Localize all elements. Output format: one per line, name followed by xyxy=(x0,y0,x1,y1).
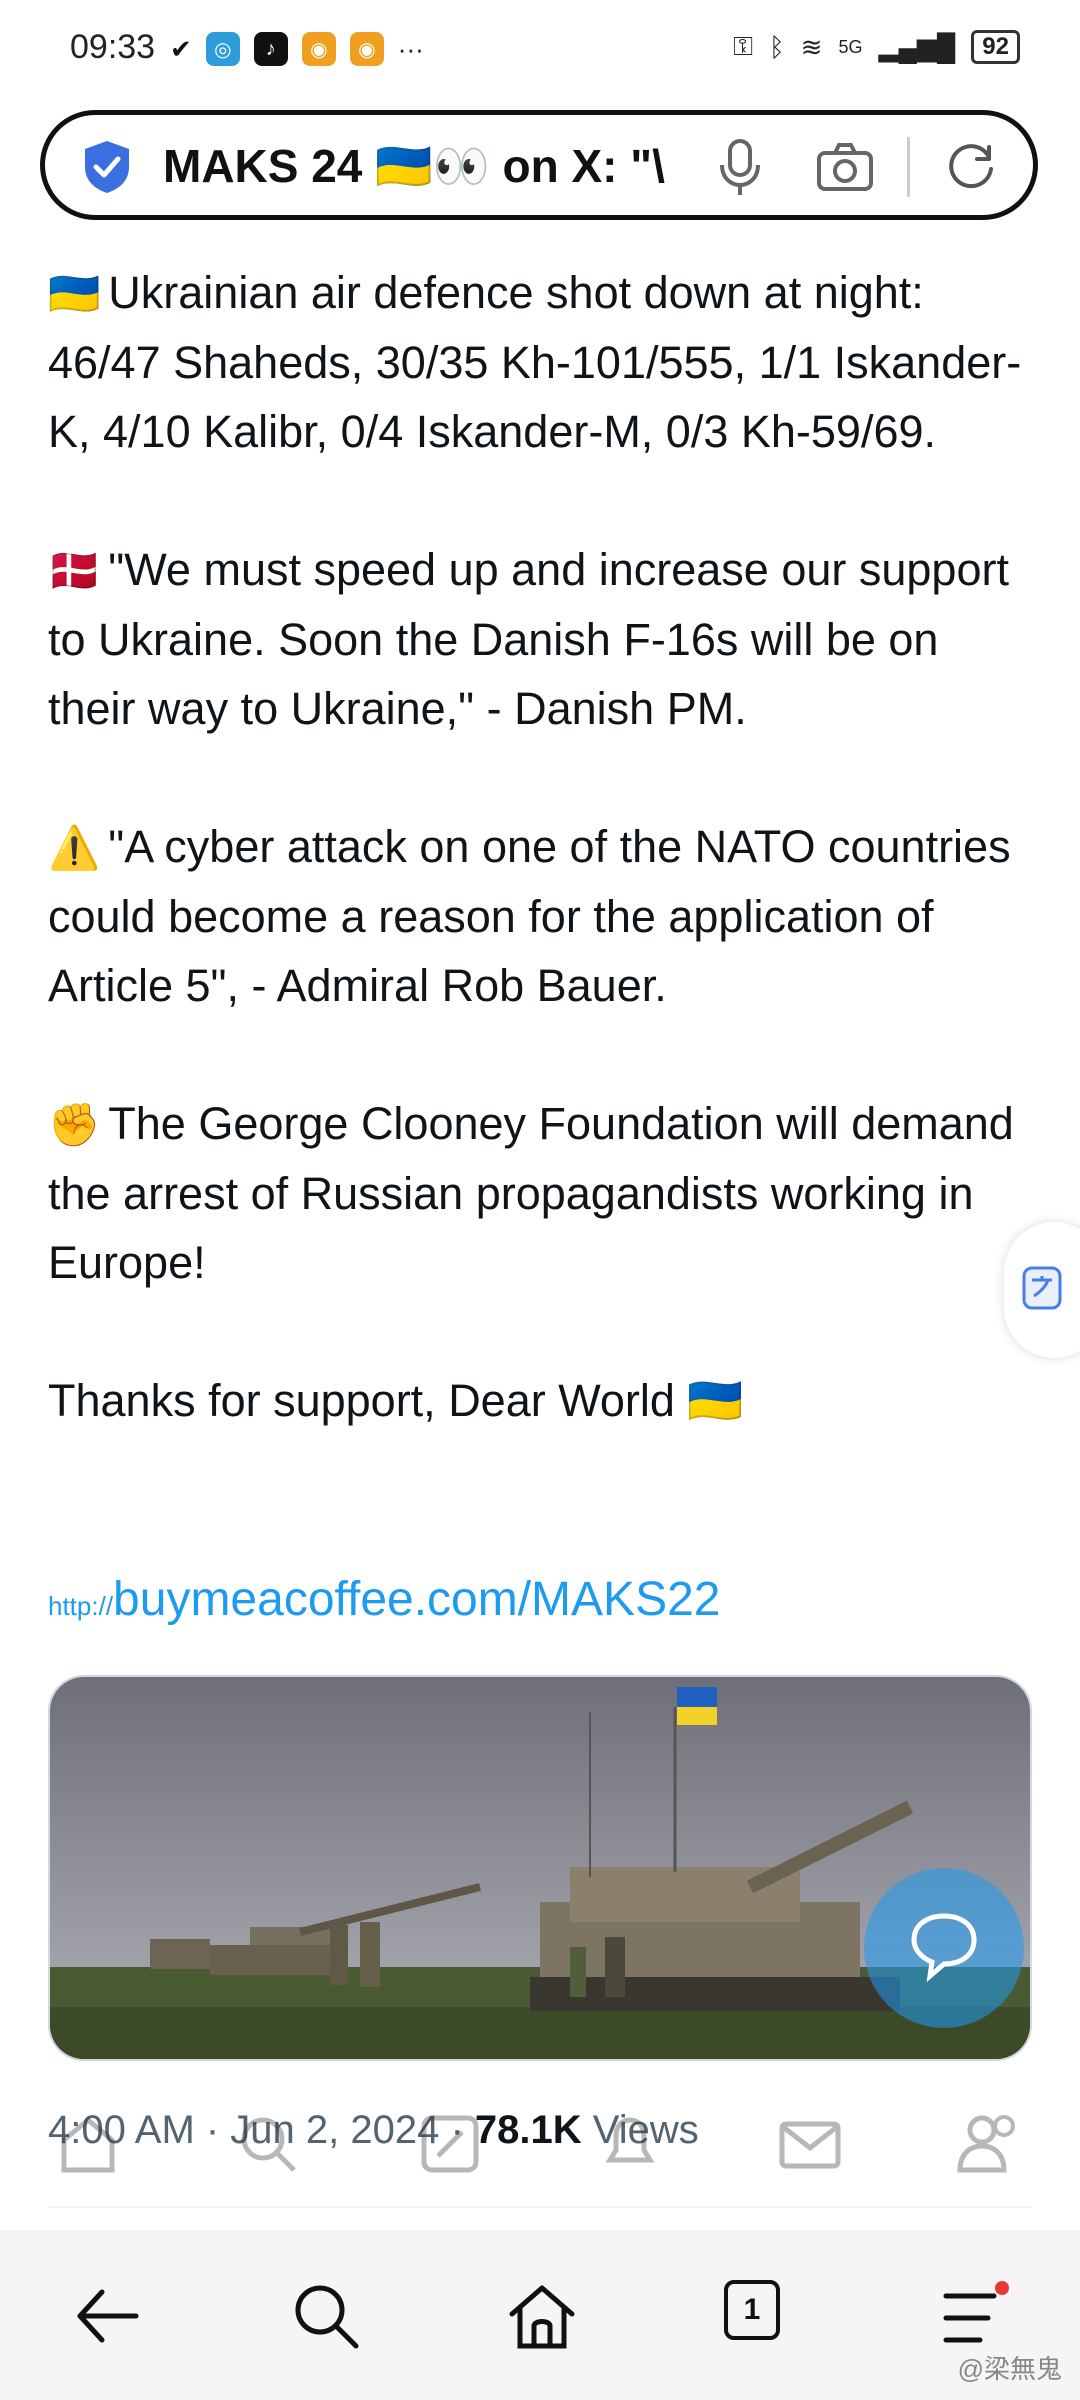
search-icon[interactable] xyxy=(290,2280,362,2352)
tweet-paragraph: Thanks for support, Dear World 🇺🇦 xyxy=(48,1366,1038,1435)
compose-icon[interactable] xyxy=(418,2112,482,2176)
home-icon[interactable] xyxy=(56,2112,120,2176)
paragraph-text: Ukrainian air defence shot down at night… xyxy=(48,267,1022,457)
camera-icon[interactable] xyxy=(815,141,875,193)
browser-toolbar: 1 @梁無鬼 xyxy=(0,2230,1080,2400)
notification-icons: ✔ ◎ ♪ ◉ ◉ ··· xyxy=(170,32,424,66)
home-icon[interactable] xyxy=(506,2280,578,2352)
shield-icon xyxy=(85,141,129,193)
address-divider xyxy=(907,137,910,197)
wifi-icon: ≋ xyxy=(800,31,823,62)
signal-icon: ▂▄▆█ xyxy=(878,31,956,62)
paragraph-text: "We must speed up and increase our suppo… xyxy=(48,544,1009,734)
translate-side-tab[interactable] xyxy=(1004,1222,1080,1358)
tweet-body: 🇺🇦 Ukrainian air defence shot down at nig… xyxy=(48,258,1038,1435)
warning-icon: ⚠️ xyxy=(48,824,101,871)
bluetooth-icon: ᛒ xyxy=(769,31,785,62)
paragraph-text: "A cyber attack on one of the NATO count… xyxy=(48,821,1011,1011)
weibo-icon-2: ◉ xyxy=(349,32,384,66)
weibo-icon: ◉ xyxy=(301,32,336,66)
menu-icon[interactable] xyxy=(938,2280,1010,2352)
refresh-icon[interactable] xyxy=(943,139,999,195)
x-bottom-nav xyxy=(0,2112,1080,2208)
tweet-paragraph: ⚠️ "A cyber attack on one of the NATO cou… xyxy=(48,812,1038,1020)
status-bar: 09:33 ✔ ◎ ♪ ◉ ◉ ··· ⚿ ᛒ ≋ 5G ▂▄▆█ 92 xyxy=(0,0,1080,100)
tweet-paragraph: 🇩🇰 "We must speed up and increase our sup… xyxy=(48,535,1038,743)
tweet-paragraph: 🇺🇦 Ukrainian air defence shot down at nig… xyxy=(48,258,1038,466)
check-icon: ✔ xyxy=(170,33,192,64)
address-bar[interactable]: MAKS 24 🇺🇦👀 on X: "\ xyxy=(40,110,1038,220)
system-icons: ⚿ ᛒ ≋ 5G ▂▄▆█ 92 xyxy=(733,30,1020,64)
messages-icon[interactable] xyxy=(778,2112,842,2176)
translate-icon xyxy=(1022,1266,1062,1310)
network-label: 5G xyxy=(838,36,863,57)
denmark-flag-icon: 🇩🇰 xyxy=(48,547,101,594)
communities-icon[interactable] xyxy=(956,2112,1026,2176)
tabs-button[interactable]: 1 xyxy=(724,2280,788,2344)
tiktok-icon: ♪ xyxy=(253,32,288,66)
fist-icon: ✊ xyxy=(48,1101,101,1148)
floating-reply-button[interactable] xyxy=(864,1868,1024,2028)
address-text[interactable]: MAKS 24 🇺🇦👀 on X: "\ xyxy=(163,139,723,194)
ukraine-flag-icon: 🇺🇦 xyxy=(48,270,101,317)
more-notifications: ··· xyxy=(397,33,424,64)
microphone-icon[interactable] xyxy=(715,137,765,197)
tweet-paragraph: ✊ The George Clooney Foundation will dema… xyxy=(48,1089,1038,1297)
key-icon: ⚿ xyxy=(733,31,754,61)
app-icon-blue: ◎ xyxy=(205,32,240,66)
watermark: @梁無鬼 xyxy=(957,2354,1062,2384)
paragraph-text: Thanks for support, Dear World 🇺🇦 xyxy=(48,1375,744,1426)
paragraph-text: The George Clooney Foundation will deman… xyxy=(48,1098,1014,1288)
link-prefix: http:// xyxy=(48,1591,114,1621)
status-time: 09:33 xyxy=(70,28,156,66)
notifications-icon[interactable] xyxy=(598,2112,662,2176)
coffee-link[interactable]: http://buymeacoffee.com/MAKS22 xyxy=(48,1572,720,1627)
battery-icon: 92 xyxy=(971,30,1020,64)
link-text: buymeacoffee.com/MAKS22 xyxy=(113,1573,721,1626)
chat-bubble-icon xyxy=(911,1913,977,1983)
tab-count: 1 xyxy=(724,2280,780,2340)
search-icon[interactable] xyxy=(236,2112,300,2176)
back-icon[interactable] xyxy=(72,2280,144,2352)
